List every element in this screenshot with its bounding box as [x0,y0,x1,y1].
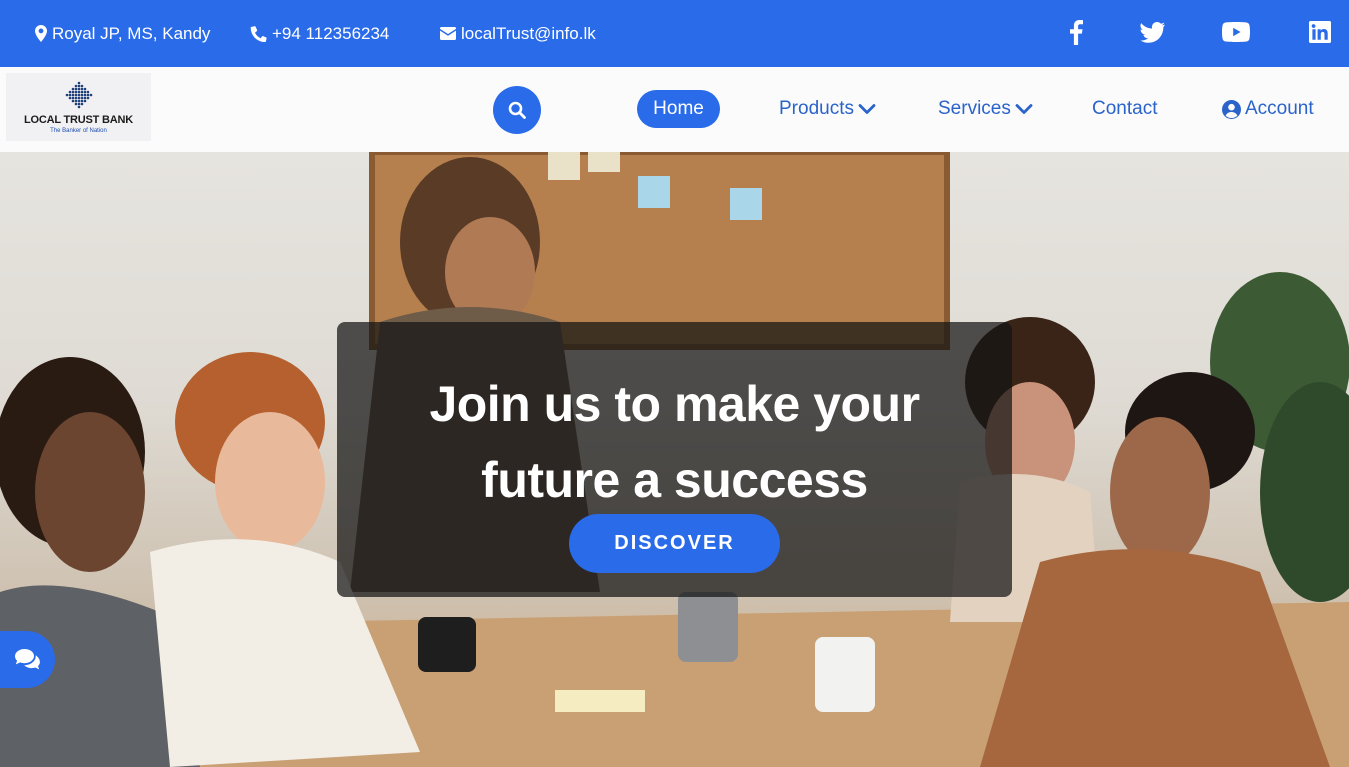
phone-text: +94 112356234 [272,23,390,43]
email-item: localTrust@info.lk [440,0,596,67]
chat-icon [14,649,40,670]
youtube-icon[interactable] [1222,18,1250,46]
search-button[interactable] [493,86,541,134]
hero-title: Join us to make your future a success [337,366,1012,518]
nav-home-label: Home [653,98,704,119]
hero-title-line-2: future a success [481,452,868,508]
nav-contact[interactable]: Contact [1092,90,1157,128]
hero-overlay-panel: Join us to make your future a success DI… [337,322,1012,597]
logo-mark-icon [65,81,93,109]
nav-products[interactable]: Products [779,90,876,128]
nav-contact-label: Contact [1092,98,1158,119]
top-contact-bar: Royal JP, MS, Kandy +94 112356234 localT… [0,0,1349,67]
nav-services[interactable]: Services [938,90,1033,128]
email-text: localTrust@info.lk [461,23,596,43]
chat-button[interactable] [0,631,55,688]
discover-button[interactable]: DISCOVER [569,514,780,573]
bank-logo[interactable]: LOCAL TRUST BANK The Banker of Nation [6,73,151,141]
hero-section: Join us to make your future a success DI… [0,152,1349,767]
facebook-icon[interactable] [1062,18,1090,46]
logo-tagline: The Banker of Nation [50,128,107,134]
map-marker-icon [35,25,47,42]
main-navbar: LOCAL TRUST BANK The Banker of Nation Ho… [0,67,1349,152]
phone-item: +94 112356234 [250,0,389,67]
linkedin-icon[interactable] [1306,18,1334,46]
chevron-down-icon [858,104,876,114]
address-item: Royal JP, MS, Kandy [35,0,210,67]
twitter-icon[interactable] [1139,18,1167,46]
hero-title-line-1: Join us to make your [429,376,920,432]
nav-services-label: Services [938,98,1011,119]
chevron-down-icon [1015,104,1033,114]
nav-home[interactable]: Home [637,90,720,128]
nav-account-label: Account [1245,98,1314,119]
logo-name: LOCAL TRUST BANK [23,114,134,126]
nav-account[interactable]: Account [1222,90,1314,128]
search-icon [508,101,526,119]
user-circle-icon [1222,99,1241,119]
nav-products-label: Products [779,98,854,119]
envelope-icon [440,27,456,40]
phone-icon [250,26,267,42]
address-text: Royal JP, MS, Kandy [52,23,211,43]
